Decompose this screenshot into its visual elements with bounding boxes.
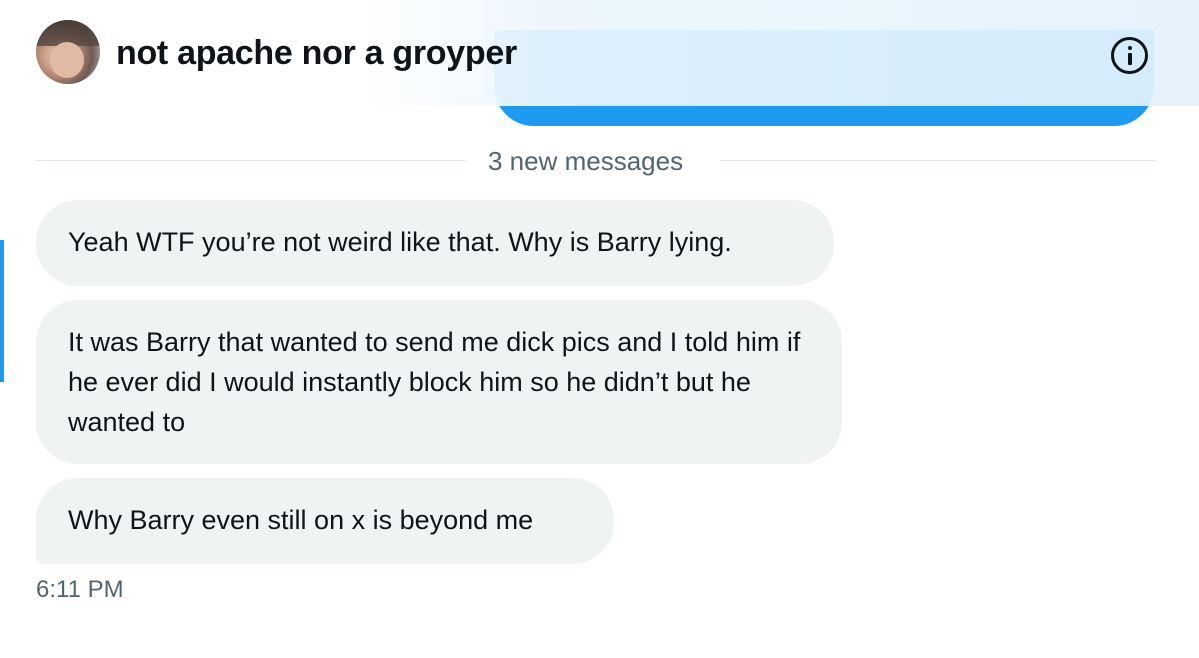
message-text: Why Barry even still on x is beyond me [68, 505, 534, 535]
avatar-face [50, 42, 84, 78]
message-timestamp: 6:11 PM [36, 576, 124, 603]
conversation-title[interactable]: not apache nor a groyper [116, 34, 517, 73]
new-messages-label: 3 new messages [488, 146, 684, 176]
unread-accent-bar [0, 240, 4, 382]
message-text: Yeah WTF you’re not weird like that. Why… [68, 227, 732, 257]
conversation-header: not apache nor a groyper [0, 0, 1199, 106]
divider-line-right [720, 160, 1156, 161]
new-messages-divider: 3 new messages [36, 146, 1156, 176]
dm-conversation: not apache nor a groyper 3 new messages … [0, 0, 1199, 658]
message-text: It was Barry that wanted to send me dick… [68, 327, 801, 437]
received-message-bubble[interactable]: It was Barry that wanted to send me dick… [36, 300, 842, 464]
avatar[interactable] [36, 20, 100, 84]
received-message-bubble[interactable]: Yeah WTF you’re not weird like that. Why… [36, 200, 834, 286]
received-message-bubble[interactable]: Why Barry even still on x is beyond me [36, 478, 614, 564]
divider-line-left [36, 160, 466, 161]
info-icon[interactable] [1111, 37, 1148, 74]
